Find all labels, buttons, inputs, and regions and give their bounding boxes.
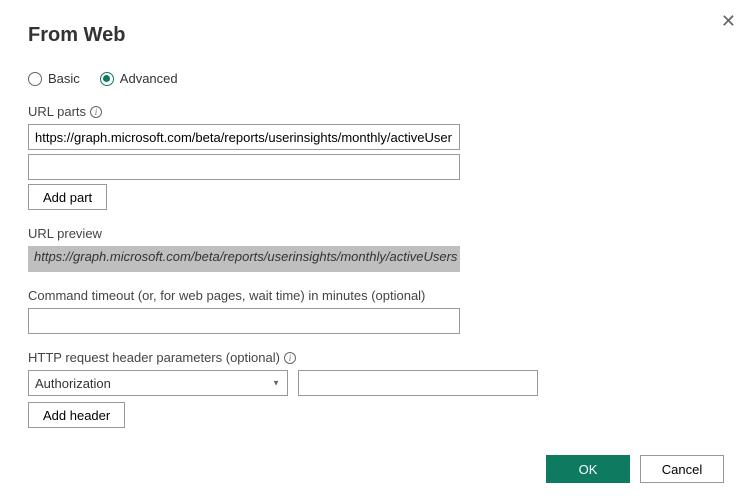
- radio-advanced-label: Advanced: [120, 71, 178, 86]
- url-parts-label: URL parts i: [28, 104, 724, 119]
- headers-label: HTTP request header parameters (optional…: [28, 350, 724, 365]
- timeout-group: Command timeout (or, for web pages, wait…: [28, 288, 724, 334]
- header-key-value: Authorization: [28, 370, 288, 396]
- radio-icon: [28, 72, 42, 86]
- dialog-title: From Web: [28, 24, 724, 47]
- url-preview-group: URL preview https://graph.microsoft.com/…: [28, 226, 724, 272]
- headers-group: HTTP request header parameters (optional…: [28, 350, 724, 428]
- header-key-select[interactable]: Authorization ▼: [28, 370, 288, 396]
- mode-radio-group: Basic Advanced: [28, 71, 724, 86]
- radio-basic-label: Basic: [48, 71, 80, 86]
- url-preview-label: URL preview: [28, 226, 724, 241]
- headers-label-text: HTTP request header parameters (optional…: [28, 350, 280, 365]
- info-icon[interactable]: i: [90, 106, 102, 118]
- add-part-button[interactable]: Add part: [28, 184, 107, 210]
- radio-icon: [100, 72, 114, 86]
- cancel-button[interactable]: Cancel: [640, 455, 724, 483]
- url-parts-group: URL parts i Add part: [28, 104, 724, 210]
- dialog-footer: OK Cancel: [546, 455, 724, 483]
- radio-basic[interactable]: Basic: [28, 71, 80, 86]
- radio-advanced[interactable]: Advanced: [100, 71, 178, 86]
- url-part-input-1[interactable]: [28, 154, 460, 180]
- url-part-input-0[interactable]: [28, 124, 460, 150]
- header-row: Authorization ▼: [28, 370, 724, 396]
- timeout-label: Command timeout (or, for web pages, wait…: [28, 288, 724, 303]
- add-header-button[interactable]: Add header: [28, 402, 125, 428]
- url-parts-label-text: URL parts: [28, 104, 86, 119]
- ok-button[interactable]: OK: [546, 455, 630, 483]
- url-preview-value: https://graph.microsoft.com/beta/reports…: [28, 246, 460, 272]
- header-value-input[interactable]: [298, 370, 538, 396]
- info-icon[interactable]: i: [284, 352, 296, 364]
- timeout-input[interactable]: [28, 308, 460, 334]
- close-icon[interactable]: ✕: [717, 8, 740, 34]
